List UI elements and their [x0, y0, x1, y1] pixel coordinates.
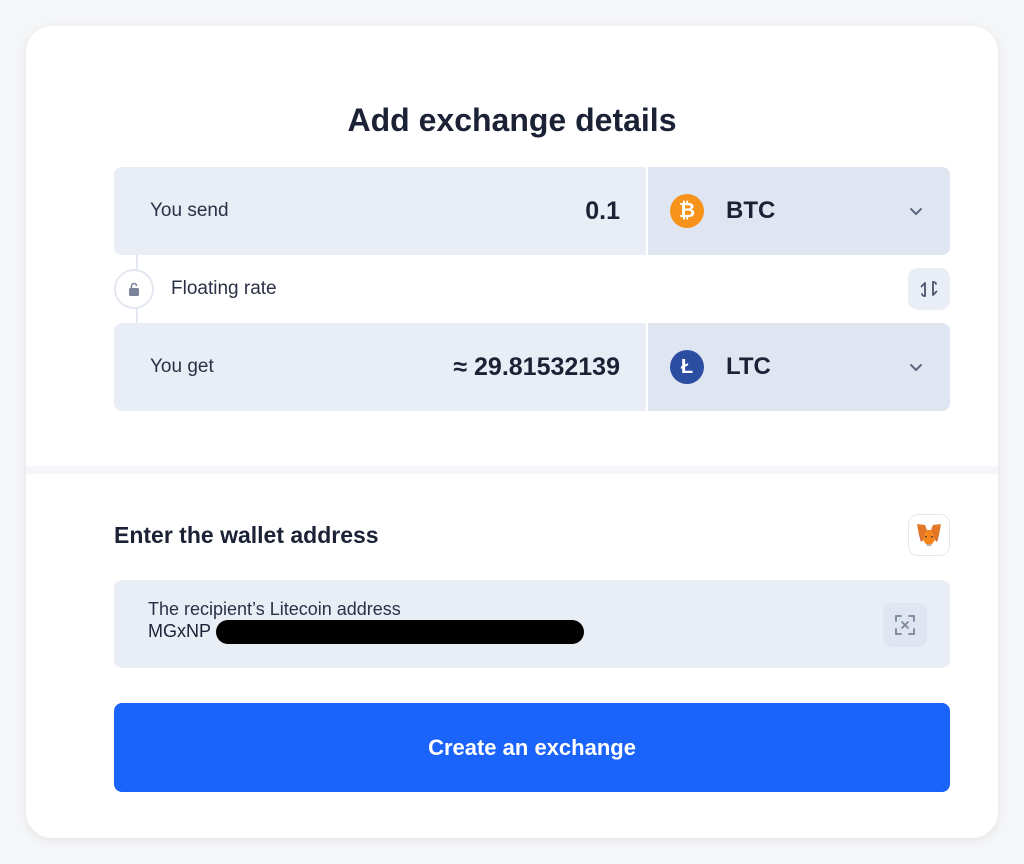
get-row: You get ≈ 29.81532139 Ł LTC: [114, 323, 950, 411]
section-divider: [26, 466, 998, 474]
page-title: Add exchange details: [347, 102, 677, 138]
send-amount-field[interactable]: You send 0.1: [114, 167, 646, 255]
get-amount: ≈ 29.81532139: [453, 352, 620, 381]
chevron-down-icon: [910, 364, 922, 371]
rate-type-label[interactable]: Floating rate: [171, 278, 908, 300]
send-label: You send: [150, 200, 229, 221]
redaction-bar: [216, 620, 584, 644]
wallet-heading: Enter the wallet address: [114, 522, 379, 548]
get-amount-field: You get ≈ 29.81532139: [114, 323, 646, 411]
lock-icon[interactable]: [114, 269, 154, 309]
bitcoin-icon: ₿: [670, 194, 704, 228]
qr-scan-icon[interactable]: [883, 603, 927, 647]
get-currency-select[interactable]: Ł LTC: [648, 323, 950, 411]
chevron-down-icon: [910, 208, 922, 215]
rate-row: Floating rate: [114, 268, 950, 310]
exchange-card: Add exchange details You send 0.1 ₿ BTC …: [26, 26, 998, 838]
create-exchange-button[interactable]: Create an exchange: [114, 703, 950, 792]
litecoin-icon: Ł: [670, 350, 704, 384]
swap-icon[interactable]: [908, 268, 950, 310]
wallet-address-value[interactable]: MGxNP: [148, 620, 211, 642]
send-currency-select[interactable]: ₿ BTC: [648, 167, 950, 255]
get-currency-ticker: LTC: [726, 353, 771, 380]
send-amount[interactable]: 0.1: [585, 197, 620, 226]
send-currency-ticker: BTC: [726, 197, 776, 224]
wallet-address-label: The recipient’s Litecoin address: [148, 599, 401, 619]
send-row: You send 0.1 ₿ BTC: [114, 167, 950, 255]
get-label: You get: [150, 356, 214, 377]
metamask-icon[interactable]: [908, 514, 950, 556]
